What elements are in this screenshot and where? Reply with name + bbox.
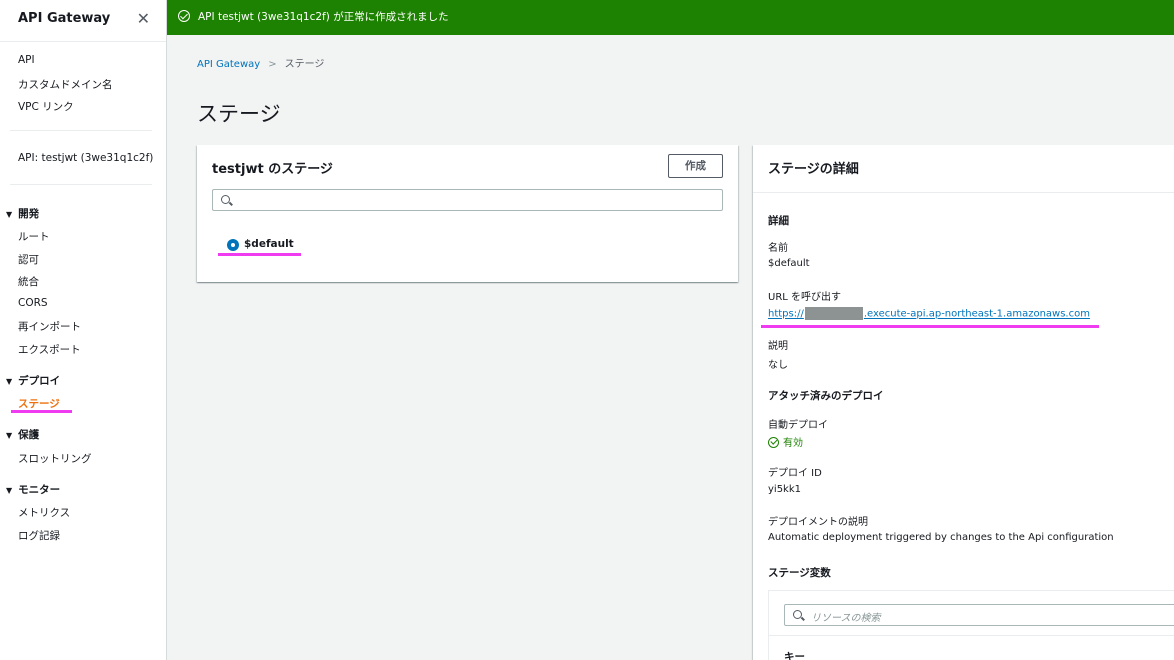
create-button[interactable]: 作成 bbox=[668, 154, 723, 178]
sidebar-header: API Gateway ✕ bbox=[0, 0, 166, 42]
description-value: なし bbox=[768, 360, 788, 371]
caret-down-icon: ▼ bbox=[6, 210, 13, 219]
stages-panel-title: testjwt のステージ bbox=[212, 162, 333, 177]
deploy-id-label: デプロイ ID bbox=[768, 468, 822, 479]
invoke-url-label: URL を呼び出す bbox=[768, 292, 842, 303]
sidebar-item-reimport[interactable]: 再インポート bbox=[18, 319, 81, 334]
sidebar-item-routes[interactable]: ルート bbox=[18, 229, 50, 244]
chevron-right-icon: > bbox=[268, 59, 277, 70]
section-deploy-heading: アタッチ済みのデプロイ bbox=[768, 390, 884, 402]
stage-details-panel: ステージの詳細 詳細 名前 $default URL を呼び出す https:/… bbox=[753, 145, 1174, 660]
deploy-desc-value: Automatic deployment triggered by change… bbox=[768, 532, 1114, 543]
search-icon bbox=[793, 610, 802, 619]
sidebar-item-authorization[interactable]: 認可 bbox=[18, 252, 39, 267]
sidebar-group-label: 保護 bbox=[18, 429, 40, 441]
sidebar-group-protect[interactable]: ▼ 保護 bbox=[6, 427, 39, 442]
details-header: ステージの詳細 bbox=[753, 145, 1174, 193]
close-icon[interactable]: ✕ bbox=[137, 9, 150, 28]
sidebar-item-vpc-links[interactable]: VPC リンク bbox=[18, 99, 74, 114]
column-header-key[interactable]: キー bbox=[784, 649, 805, 660]
deploy-desc-label: デプロイメントの説明 bbox=[768, 517, 868, 528]
sidebar-item-throttling[interactable]: スロットリング bbox=[18, 451, 92, 466]
search-icon bbox=[221, 195, 230, 204]
sidebar-divider bbox=[10, 184, 152, 185]
sidebar-item-logging[interactable]: ログ記録 bbox=[18, 528, 60, 543]
invoke-url-link[interactable]: https:// .execute-api.ap-northeast-1.amaz… bbox=[768, 307, 1090, 320]
url-suffix: .execute-api.ap-northeast-1.amazonaws.co… bbox=[863, 308, 1090, 320]
sidebar-item-export[interactable]: エクスポート bbox=[18, 342, 81, 357]
success-flash-banner: API testjwt (3we31q1c2f) が正常に作成されました bbox=[167, 0, 1174, 35]
sidebar-divider bbox=[10, 130, 152, 131]
stage-variables-table: リソースの検索 キー bbox=[768, 590, 1174, 660]
sidebar-item-api[interactable]: API bbox=[18, 54, 35, 66]
success-check-icon bbox=[178, 10, 190, 22]
page-title: ステージ bbox=[197, 102, 281, 126]
sidebar-item-cors[interactable]: CORS bbox=[18, 297, 48, 309]
sidebar-item-integrations[interactable]: 統合 bbox=[18, 274, 39, 289]
sidebar-item-api-current[interactable]: API: testjwt (3we31q1c2f) bbox=[18, 152, 153, 164]
sidebar-group-deploy[interactable]: ▼ デプロイ bbox=[6, 373, 60, 388]
breadcrumb: API Gateway > ステージ bbox=[197, 55, 324, 70]
sidebar-group-label: 開発 bbox=[18, 208, 40, 220]
sidebar-item-custom-domains[interactable]: カスタムドメイン名 bbox=[18, 77, 113, 92]
stages-search-input[interactable] bbox=[212, 189, 723, 211]
sidebar-group-monitor[interactable]: ▼ モニター bbox=[6, 482, 60, 497]
sidebar-title[interactable]: API Gateway bbox=[18, 11, 110, 26]
deploy-id-value: yi5kk1 bbox=[768, 484, 802, 495]
auto-deploy-label: 自動デプロイ bbox=[768, 420, 828, 431]
url-prefix: https:// bbox=[768, 308, 804, 320]
breadcrumb-root[interactable]: API Gateway bbox=[197, 59, 260, 70]
caret-down-icon: ▼ bbox=[6, 486, 13, 495]
section-vars-heading: ステージ変数 bbox=[768, 567, 831, 579]
description-label: 説明 bbox=[768, 341, 788, 352]
section-details-heading: 詳細 bbox=[768, 215, 789, 227]
redacted-block bbox=[804, 307, 863, 320]
sidebar-item-stages[interactable]: ステージ bbox=[18, 396, 60, 411]
auto-deploy-value: 有効 bbox=[783, 438, 803, 449]
vars-search-input[interactable]: リソースの検索 bbox=[784, 604, 1174, 626]
annotation-underline bbox=[218, 253, 301, 256]
breadcrumb-current: ステージ bbox=[284, 59, 325, 70]
stages-panel: testjwt のステージ 作成 $default bbox=[197, 145, 738, 282]
table-divider bbox=[769, 635, 1174, 636]
annotation-underline bbox=[761, 325, 1099, 328]
caret-down-icon: ▼ bbox=[6, 377, 13, 386]
sidebar-group-develop[interactable]: ▼ 開発 bbox=[6, 206, 39, 221]
auto-deploy-status: 有効 bbox=[768, 434, 803, 449]
vars-search-placeholder: リソースの検索 bbox=[811, 613, 881, 624]
sidebar-group-label: モニター bbox=[18, 484, 61, 496]
details-panel-title: ステージの詳細 bbox=[768, 162, 859, 177]
check-circle-icon bbox=[768, 437, 779, 448]
caret-down-icon: ▼ bbox=[6, 431, 13, 440]
name-value: $default bbox=[768, 258, 810, 269]
flash-message: API testjwt (3we31q1c2f) が正常に作成されました bbox=[198, 11, 449, 23]
stage-name: $default bbox=[244, 238, 294, 250]
annotation-underline bbox=[11, 410, 72, 413]
radio-selected[interactable] bbox=[227, 239, 239, 251]
name-label: 名前 bbox=[768, 243, 788, 254]
sidebar-item-metrics[interactable]: メトリクス bbox=[18, 505, 70, 520]
sidebar-group-label: デプロイ bbox=[18, 375, 61, 387]
sidebar: API Gateway ✕ API カスタムドメイン名 VPC リンク API:… bbox=[0, 0, 167, 660]
